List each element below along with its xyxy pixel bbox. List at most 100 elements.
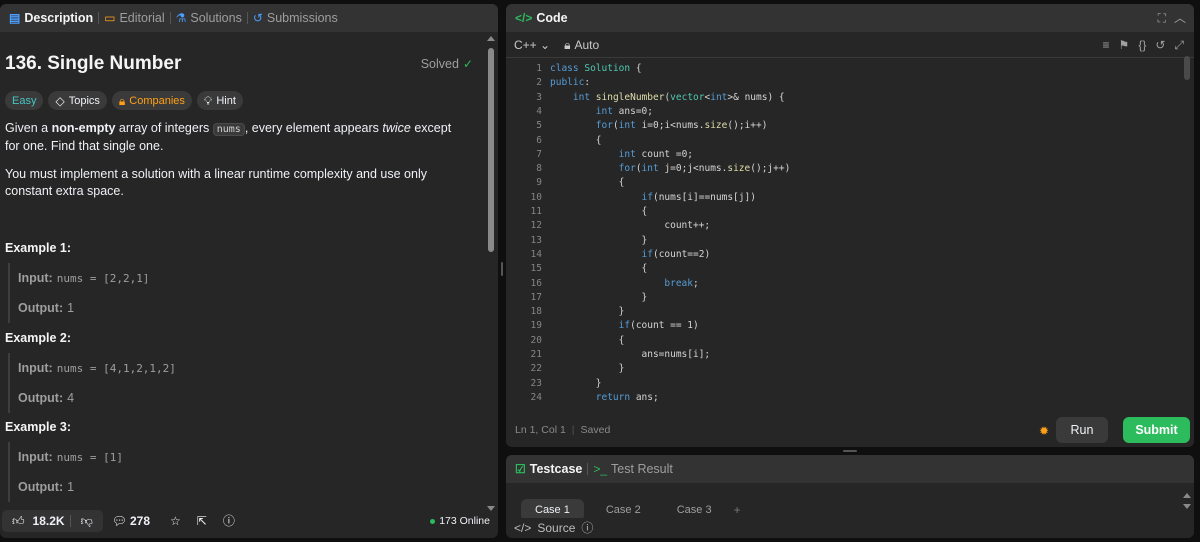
example-2-heading: Example 2: (5, 331, 72, 345)
flask-icon: ⚗ (175, 11, 187, 25)
horizontal-resize-handle[interactable] (843, 450, 857, 452)
help-icon[interactable]: ⓘ (581, 522, 593, 534)
code-editor[interactable]: 1 class Solution { 2 public: 3 int singleNum… (506, 62, 1194, 412)
line-number: 24 (530, 391, 542, 403)
input-value: nums = [1] (56, 450, 123, 464)
line-number: 1 (536, 63, 542, 74)
tab-editorial[interactable]: ▭ Editorial (99, 11, 170, 25)
bookmark-icon[interactable]: ⚑ (1119, 39, 1130, 51)
source-link[interactable]: Source (537, 521, 575, 535)
code-line[interactable]: 12 count++; (506, 219, 1194, 233)
code-line[interactable]: 13 } (506, 234, 1194, 248)
desc-text: array of integers (115, 121, 213, 135)
test-scrollbar[interactable] (1183, 493, 1191, 509)
code-icon: </> (514, 521, 532, 535)
code-line[interactable]: 19 if(count == 1) (506, 319, 1194, 333)
tab-submissions[interactable]: ↺ Submissions (248, 11, 343, 25)
example-3-box: Input: nums = [1] Output: 1 (8, 442, 468, 502)
code-line[interactable]: 9 { (506, 176, 1194, 190)
tab-testcase-label: Testcase (529, 462, 583, 476)
code-line[interactable]: 16 break; (506, 277, 1194, 291)
code-text: break; (664, 277, 699, 289)
example-2-input: Input: nums = [4,1,2,1,2] (18, 353, 468, 383)
line-number: 21 (530, 349, 542, 360)
tab-description[interactable]: ▤ Description (4, 11, 98, 25)
tab-solutions[interactable]: ⚗ Solutions (171, 11, 247, 25)
history-icon: ↺ (252, 11, 263, 25)
language-select[interactable]: C++ ⌄ (514, 38, 550, 52)
tab-description-label: Description (24, 11, 94, 25)
code-line[interactable]: 21 ans=nums[i]; (506, 348, 1194, 362)
companies-tag[interactable]: 🔒︎ Companies (111, 91, 192, 110)
mode-label: Auto (574, 37, 600, 52)
code-header-icons: ⛶ ︿ (1158, 12, 1186, 24)
hint-tag[interactable]: 💡︎ Hint (196, 91, 243, 110)
code-line[interactable]: 8 for(int j=0;j<nums.size();j++) (506, 162, 1194, 176)
share-icon[interactable]: ⇱ (197, 515, 207, 527)
description-scrollbar[interactable] (487, 36, 495, 511)
code-line[interactable]: 11 { (506, 205, 1194, 219)
run-button[interactable]: Run (1056, 417, 1108, 443)
code-line[interactable]: 17 } (506, 291, 1194, 305)
description-paragraph-1: Given a non-empty array of integers nums… (5, 120, 465, 155)
solved-status: Solved ✓ (421, 57, 473, 71)
maximize-icon[interactable]: ⛶ (1158, 12, 1166, 24)
line-number: 2 (536, 77, 542, 89)
code-line[interactable]: 15 { (506, 262, 1194, 276)
problem-title: 136. Single Number (5, 53, 182, 74)
code-line[interactable]: 20 { (506, 334, 1194, 348)
dislike-button[interactable]: 👎︎ (69, 515, 103, 527)
scroll-up-arrow-icon[interactable] (1183, 493, 1191, 498)
code-line[interactable]: 7 int count =0; (506, 148, 1194, 162)
example-2-output: Output: 4 (18, 383, 468, 413)
scrollbar-thumb[interactable] (488, 48, 494, 252)
code-line[interactable]: 23 } (506, 377, 1194, 391)
format-icon[interactable]: ≡ (1103, 39, 1110, 51)
code-line[interactable]: 18 } (506, 305, 1194, 319)
topics-tag[interactable]: ◇ Topics (48, 91, 107, 110)
auto-mode[interactable]: 🔒︎ Auto (564, 38, 599, 52)
code-line[interactable]: 6 { (506, 134, 1194, 148)
comments-button[interactable]: 💬︎ 278 (112, 514, 150, 528)
code-scrollbar[interactable] (1183, 56, 1191, 86)
help-icon[interactable]: ⓘ (223, 515, 235, 527)
reset-icon[interactable]: ↺ (1155, 39, 1165, 51)
tab-testcase[interactable]: ☑ Testcase (510, 462, 587, 476)
code-line[interactable]: 22 } (506, 362, 1194, 376)
example-1-heading: Example 1: (5, 241, 72, 255)
line-number: 23 (530, 377, 542, 389)
chevron-down-icon: ⌄ (540, 37, 551, 52)
line-number: 14 (530, 248, 542, 260)
debug-icon[interactable]: ✹ (1039, 425, 1049, 437)
code-line[interactable]: 24 return ans; (506, 391, 1194, 405)
like-button[interactable]: 👍︎ 18.2K (2, 514, 70, 528)
braces-icon[interactable]: {} (1138, 39, 1146, 51)
description-paragraph-2: You must implement a solution with a lin… (5, 167, 427, 198)
lock-icon: 🔒︎ (118, 93, 126, 108)
vertical-resize-handle[interactable] (501, 262, 503, 276)
code-text: class Solution { (550, 63, 642, 74)
code-text: { (550, 177, 625, 189)
submit-button[interactable]: Submit (1123, 417, 1190, 443)
code-line[interactable]: 10 if(nums[i]==nums[j]) (506, 191, 1194, 205)
scroll-up-arrow-icon[interactable] (487, 36, 495, 41)
code-line[interactable]: 2 public: (506, 76, 1194, 90)
code-tabbar: </> Code ⛶ ︿ (506, 4, 1194, 32)
expand-icon[interactable]: ⤢ (1174, 39, 1184, 51)
code-text: int ans=0; (595, 105, 653, 117)
tab-test-result-label: Test Result (611, 462, 673, 476)
code-line[interactable]: 3 int singleNumber(vector<int>& nums) { (506, 91, 1194, 105)
book-icon: ▭ (104, 11, 116, 25)
example-1-box: Input: nums = [2,2,1] Output: 1 (8, 263, 468, 323)
code-line[interactable]: 4 int ans=0; (506, 105, 1194, 119)
code-line[interactable]: 14 if(count==2) (506, 248, 1194, 262)
tab-test-result[interactable]: >_ Test Result (588, 462, 678, 476)
code-line[interactable]: 1 class Solution { (506, 62, 1194, 76)
code-line[interactable]: 5 for(int i=0;i<nums.size();i++) (506, 119, 1194, 133)
code-scrollbar-thumb[interactable] (1184, 56, 1190, 80)
collapse-icon[interactable]: ︿ (1174, 12, 1186, 24)
tab-code[interactable]: </> Code (510, 11, 573, 25)
scroll-down-arrow-icon[interactable] (1183, 504, 1191, 509)
star-icon[interactable]: ☆ (170, 515, 181, 527)
desc-bold: non-empty (51, 121, 116, 135)
